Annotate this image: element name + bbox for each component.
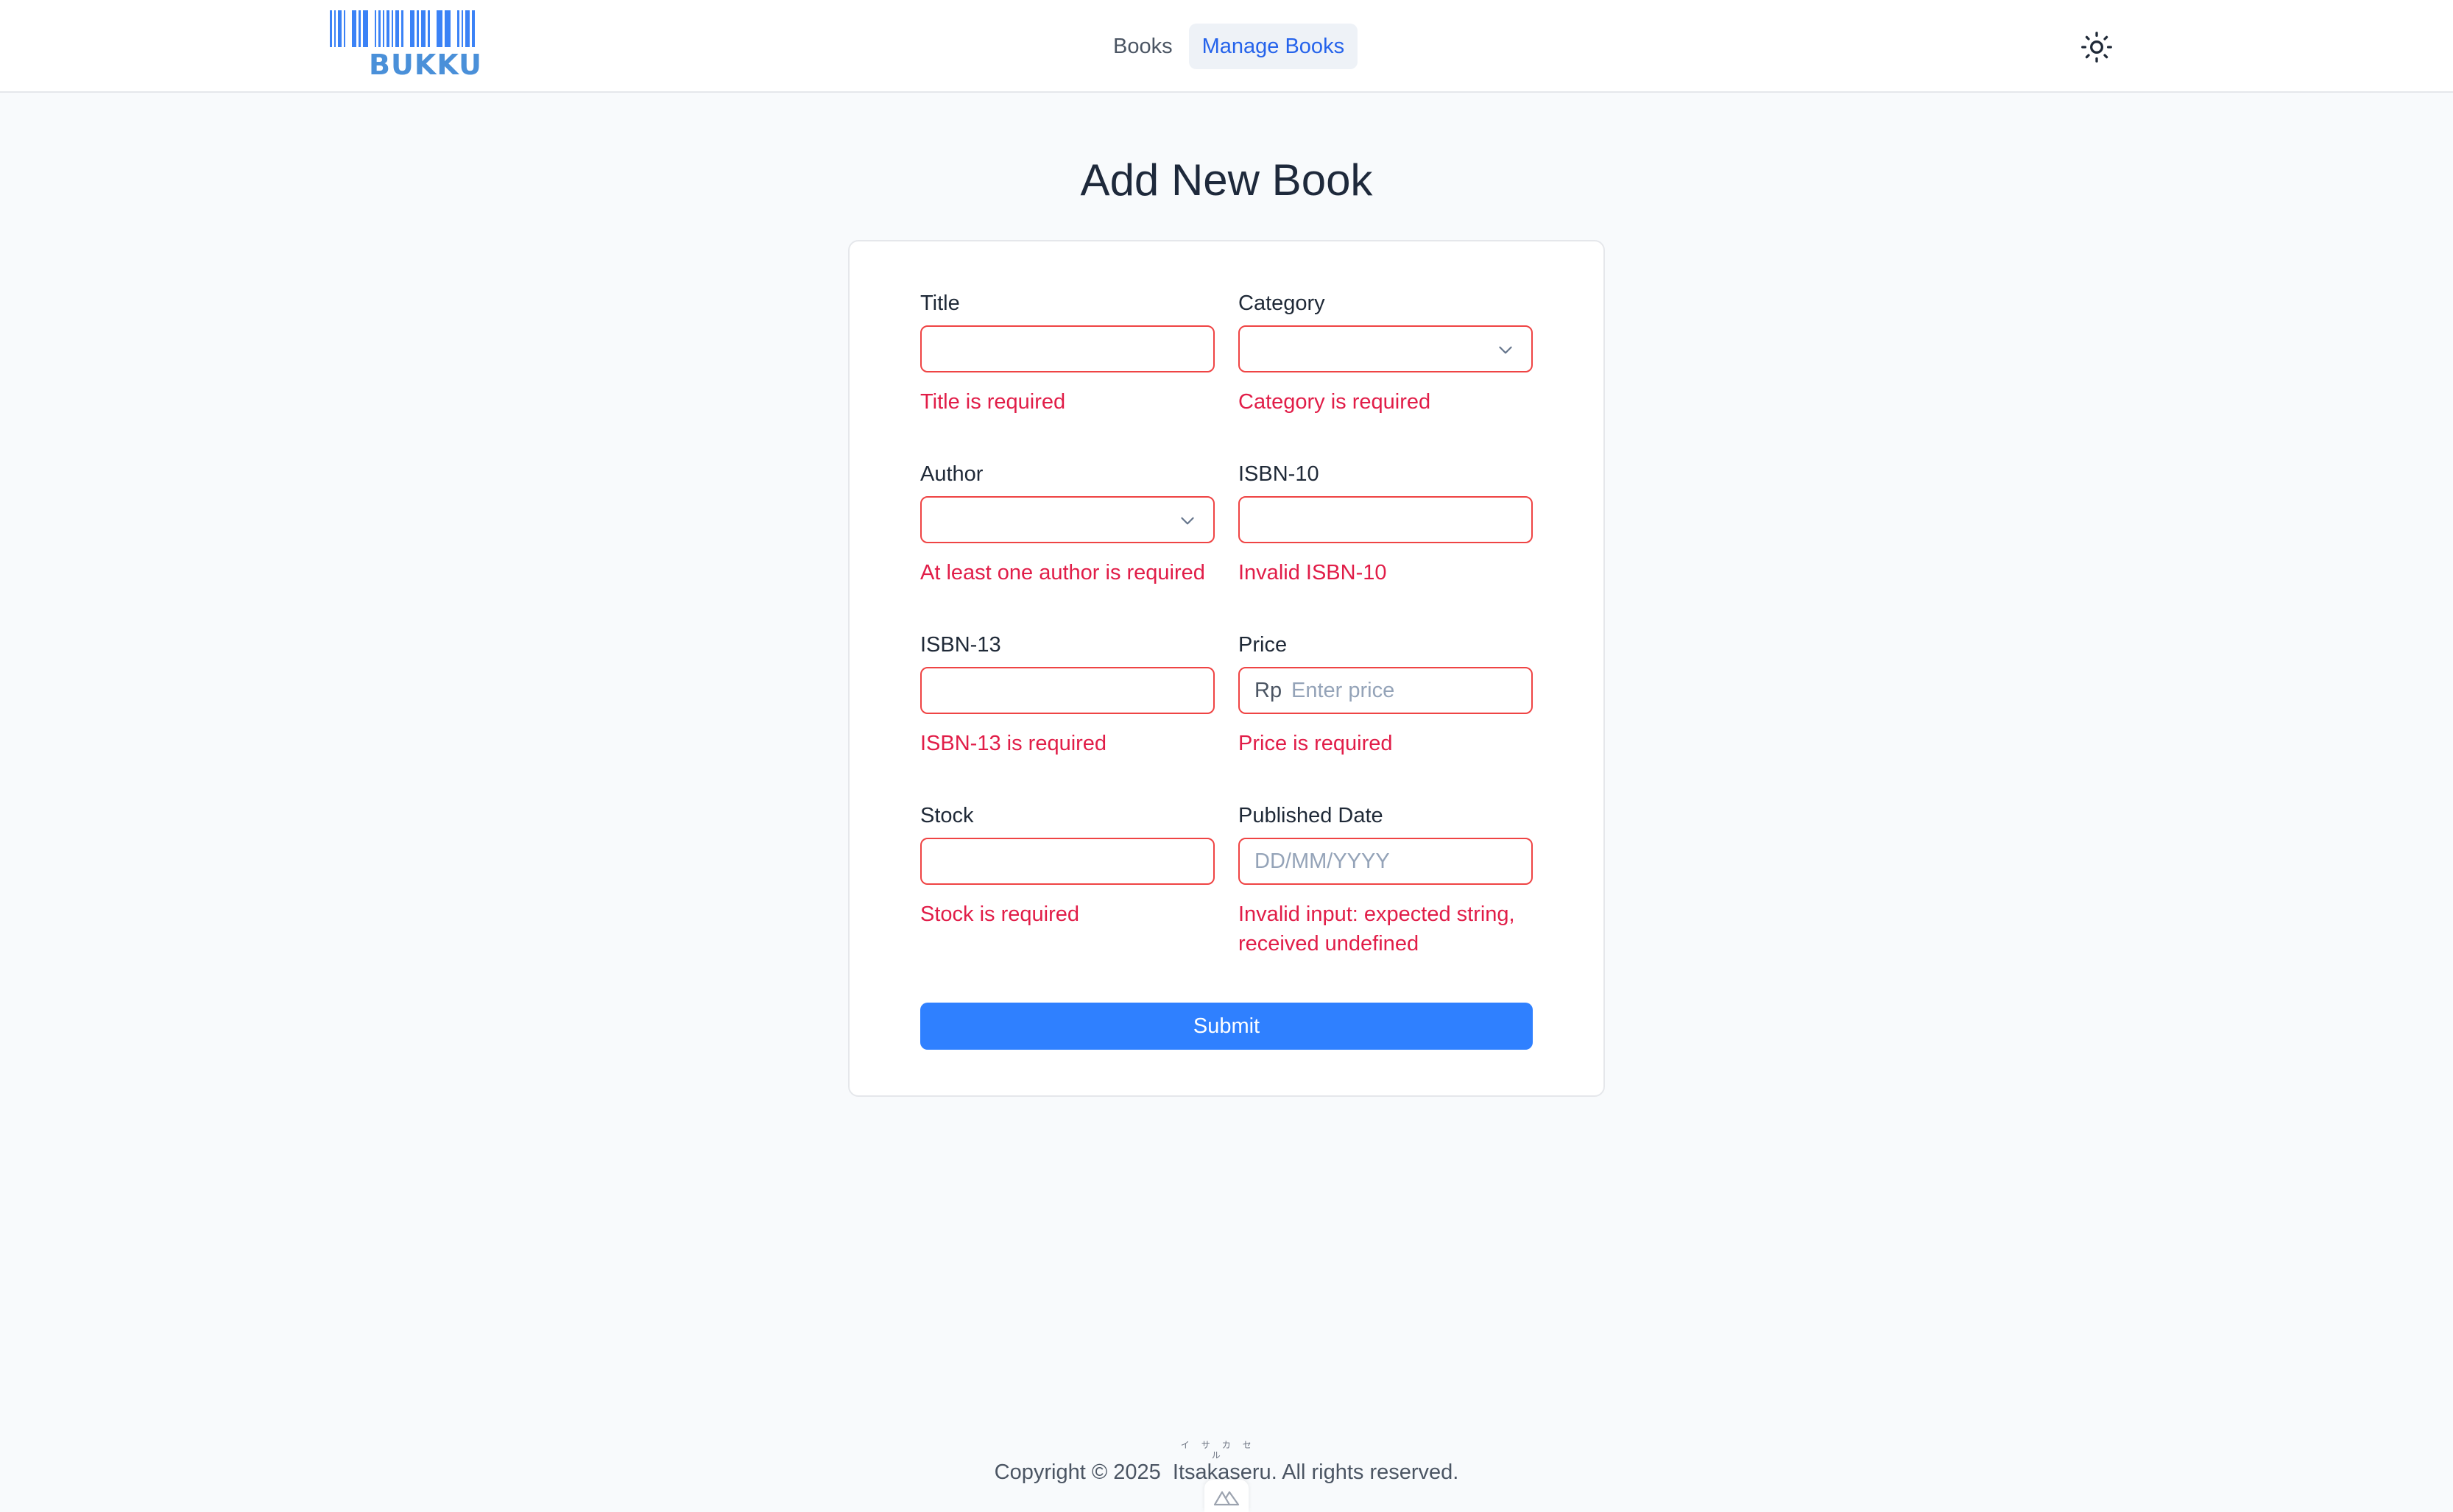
bukku-logo[interactable]: BUKKU	[330, 10, 521, 84]
page-title: Add New Book	[1080, 155, 1373, 205]
barcode-logo-icon	[330, 10, 521, 47]
theme-toggle-button[interactable]	[2080, 31, 2113, 63]
title-label: Title	[920, 292, 960, 315]
nav-item-books[interactable]: Books	[1100, 24, 1186, 69]
published-date-input[interactable]: DD/MM/YYYY	[1238, 838, 1533, 885]
chevron-down-icon	[1181, 517, 1194, 525]
isbn10-input[interactable]	[1238, 496, 1533, 543]
sun-icon	[2081, 32, 2112, 63]
category-error: Category is required	[1238, 390, 1431, 414]
price-placeholder: Enter price	[1291, 679, 1395, 702]
published-date-error: Invalid input: expected string, received…	[1238, 902, 1515, 955]
chevron-down-icon	[1499, 346, 1512, 354]
published-date-placeholder: DD/MM/YYYY	[1254, 849, 1390, 873]
isbn10-error: Invalid ISBN-10	[1238, 561, 1387, 584]
category-select[interactable]	[1238, 325, 1533, 372]
main-nav: Books Manage Books	[1100, 24, 1360, 69]
currency-prefix: Rp	[1254, 679, 1282, 702]
stock-label: Stock	[920, 804, 974, 827]
logo-text: BUKKU	[369, 49, 482, 81]
top-navbar: BUKKU Books Manage Books	[0, 0, 2453, 93]
submit-button[interactable]: Submit	[920, 1003, 1533, 1050]
author-label: Author	[920, 462, 984, 486]
author-select[interactable]	[920, 496, 1215, 543]
rights-text: . All rights reserved.	[1271, 1460, 1459, 1484]
author-name-ruby: イサカセル	[1180, 1440, 1263, 1460]
category-label: Category	[1238, 292, 1325, 315]
isbn10-label: ISBN-10	[1238, 462, 1319, 486]
price-input[interactable]: Rp Enter price	[1238, 667, 1533, 714]
author-error: At least one author is required	[920, 561, 1205, 584]
published-date-label: Published Date	[1238, 804, 1383, 827]
nuxt-icon	[1213, 1491, 1240, 1506]
price-error: Price is required	[1238, 732, 1393, 755]
price-label: Price	[1238, 633, 1288, 657]
stock-input[interactable]	[920, 838, 1215, 885]
isbn13-input[interactable]	[920, 667, 1215, 714]
isbn13-label: ISBN-13	[920, 633, 1001, 657]
nuxt-devtools-button[interactable]	[1204, 1480, 1249, 1512]
add-book-form: Title Title is required Category Categor…	[848, 240, 1605, 1097]
title-input[interactable]	[920, 325, 1215, 372]
stock-error: Stock is required	[920, 902, 1079, 926]
isbn13-error: ISBN-13 is required	[920, 732, 1107, 755]
nav-item-manage-books[interactable]: Manage Books	[1188, 24, 1358, 69]
copyright-text: Copyright © 2025	[994, 1460, 1161, 1484]
title-error: Title is required	[920, 390, 1066, 414]
